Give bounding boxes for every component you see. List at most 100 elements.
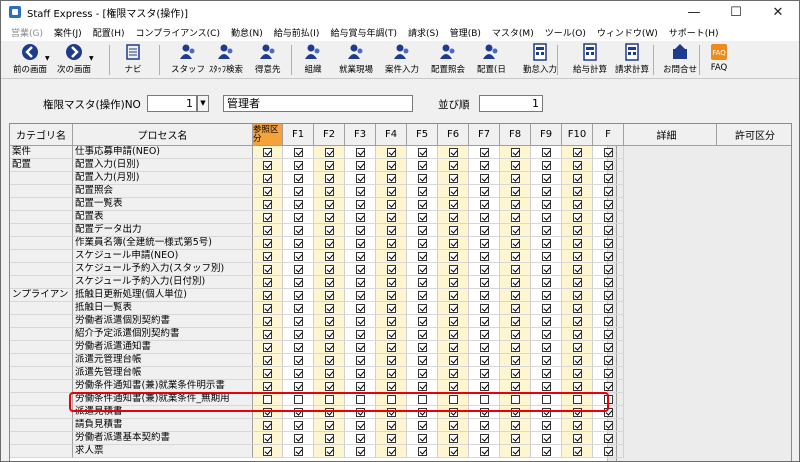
permission-checkbox[interactable]	[386, 212, 396, 222]
permission-checkbox[interactable]	[355, 199, 365, 209]
permission-checkbox[interactable]	[479, 238, 489, 248]
permission-checkbox[interactable]	[510, 329, 520, 339]
permission-checkbox[interactable]	[541, 433, 551, 443]
permission-checkbox[interactable]	[293, 225, 303, 235]
permission-checkbox[interactable]	[572, 277, 582, 287]
permission-checkbox[interactable]	[293, 303, 303, 313]
toolbar-payroll-button[interactable]: 給与計算	[573, 43, 607, 77]
permission-checkbox[interactable]	[603, 225, 613, 235]
permission-checkbox[interactable]	[293, 394, 303, 404]
permission-checkbox[interactable]	[355, 420, 365, 430]
permission-checkbox[interactable]	[572, 290, 582, 300]
permission-checkbox[interactable]	[355, 316, 365, 326]
permission-checkbox[interactable]	[324, 342, 334, 352]
permission-checkbox[interactable]	[603, 329, 613, 339]
permission-checkbox[interactable]	[355, 212, 365, 222]
toolbar-placement-day-button[interactable]: 配置(日	[477, 43, 506, 77]
permission-checkbox[interactable]	[263, 251, 272, 261]
permission-checkbox[interactable]	[324, 147, 334, 157]
permission-checkbox[interactable]	[541, 381, 551, 391]
permission-checkbox[interactable]	[479, 173, 489, 183]
permission-checkbox[interactable]	[386, 225, 396, 235]
permission-checkbox[interactable]	[448, 147, 458, 157]
permission-checkbox[interactable]	[355, 303, 365, 313]
permission-checkbox[interactable]	[603, 238, 613, 248]
permission-checkbox[interactable]	[324, 277, 334, 287]
permission-checkbox[interactable]	[448, 290, 458, 300]
permission-checkbox[interactable]	[355, 251, 365, 261]
permission-checkbox[interactable]	[572, 186, 582, 196]
permission-checkbox[interactable]	[417, 303, 427, 313]
permission-checkbox[interactable]	[386, 303, 396, 313]
permission-checkbox[interactable]	[417, 173, 427, 183]
permission-checkbox[interactable]	[324, 394, 334, 404]
permission-checkbox[interactable]	[417, 407, 427, 417]
permission-checkbox[interactable]	[324, 355, 334, 365]
permission-checkbox[interactable]	[510, 368, 520, 378]
permission-checkbox[interactable]	[603, 381, 613, 391]
permission-checkbox[interactable]	[603, 407, 613, 417]
permission-checkbox[interactable]	[263, 355, 272, 365]
permission-checkbox[interactable]	[510, 407, 520, 417]
toolbar-organization-button[interactable]: 組織	[303, 43, 323, 77]
permission-checkbox[interactable]	[293, 264, 303, 274]
permission-checkbox[interactable]	[510, 225, 520, 235]
process-name-cell[interactable]: 配置入力(月別)	[73, 172, 253, 185]
process-name-cell[interactable]: スケジュール予約入力(スタッフ別)	[73, 263, 253, 276]
permission-checkbox[interactable]	[541, 264, 551, 274]
permission-checkbox[interactable]	[572, 433, 582, 443]
permission-checkbox[interactable]	[603, 173, 613, 183]
permission-checkbox[interactable]	[479, 160, 489, 170]
toolbar-placement-inquiry-button[interactable]: 配置照会	[431, 43, 465, 77]
permission-checkbox[interactable]	[263, 277, 272, 287]
permission-checkbox[interactable]	[448, 186, 458, 196]
permission-checkbox[interactable]	[263, 316, 272, 326]
permission-checkbox[interactable]	[324, 264, 334, 274]
permission-checkbox[interactable]	[541, 160, 551, 170]
permission-checkbox[interactable]	[448, 329, 458, 339]
permission-checkbox[interactable]	[293, 433, 303, 443]
permission-checkbox[interactable]	[572, 329, 582, 339]
fkey-column-header[interactable]: F2	[314, 124, 345, 146]
permission-checkbox[interactable]	[479, 368, 489, 378]
permission-checkbox[interactable]	[263, 342, 272, 352]
process-name-cell[interactable]: 仕事応募申請(NEO)	[73, 146, 253, 159]
permission-checkbox[interactable]	[541, 303, 551, 313]
permission-checkbox[interactable]	[324, 251, 334, 261]
permission-checkbox[interactable]	[448, 225, 458, 235]
process-name-cell[interactable]: 配置入力(日別)	[73, 159, 253, 172]
process-name-cell[interactable]: 派遣見積書	[73, 406, 253, 419]
toolbar-attendance-input-button[interactable]: 勤怠入力	[523, 43, 557, 77]
toolbar-forward-button[interactable]: 次の画面	[57, 43, 91, 77]
permission-checkbox[interactable]	[417, 186, 427, 196]
permission-checkbox[interactable]	[355, 394, 365, 404]
permission-checkbox[interactable]	[510, 420, 520, 430]
permission-checkbox[interactable]	[386, 329, 396, 339]
process-name-cell[interactable]: 配置照会	[73, 185, 253, 198]
permission-checkbox[interactable]	[448, 420, 458, 430]
permission-checkbox[interactable]	[324, 160, 334, 170]
permission-checkbox[interactable]	[572, 355, 582, 365]
permission-checkbox[interactable]	[324, 303, 334, 313]
permission-checkbox[interactable]	[603, 394, 613, 404]
permission-checkbox[interactable]	[355, 147, 365, 157]
permission-checkbox[interactable]	[293, 186, 303, 196]
fkey-column-header[interactable]: F1	[283, 124, 314, 146]
process-name-cell[interactable]: 労働者派遣基本契約書	[73, 432, 253, 445]
process-name-cell[interactable]: 労働条件通知書(兼)就業条件_無期用	[73, 393, 253, 406]
toolbar-project-input-button[interactable]: 案件入力	[385, 43, 419, 77]
permission-checkbox[interactable]	[324, 238, 334, 248]
permission-checkbox[interactable]	[603, 303, 613, 313]
permission-checkbox[interactable]	[355, 225, 365, 235]
permission-checkbox[interactable]	[479, 199, 489, 209]
permission-checkbox[interactable]	[448, 264, 458, 274]
permission-checkbox[interactable]	[479, 186, 489, 196]
permission-checkbox[interactable]	[448, 342, 458, 352]
permission-checkbox[interactable]	[541, 199, 551, 209]
permission-checkbox[interactable]	[355, 238, 365, 248]
permission-checkbox[interactable]	[417, 238, 427, 248]
menu-item[interactable]: 勤怠(N)	[231, 26, 263, 39]
permission-checkbox[interactable]	[293, 199, 303, 209]
permission-checkbox[interactable]	[541, 290, 551, 300]
fkey-column-header[interactable]: F3	[345, 124, 376, 146]
